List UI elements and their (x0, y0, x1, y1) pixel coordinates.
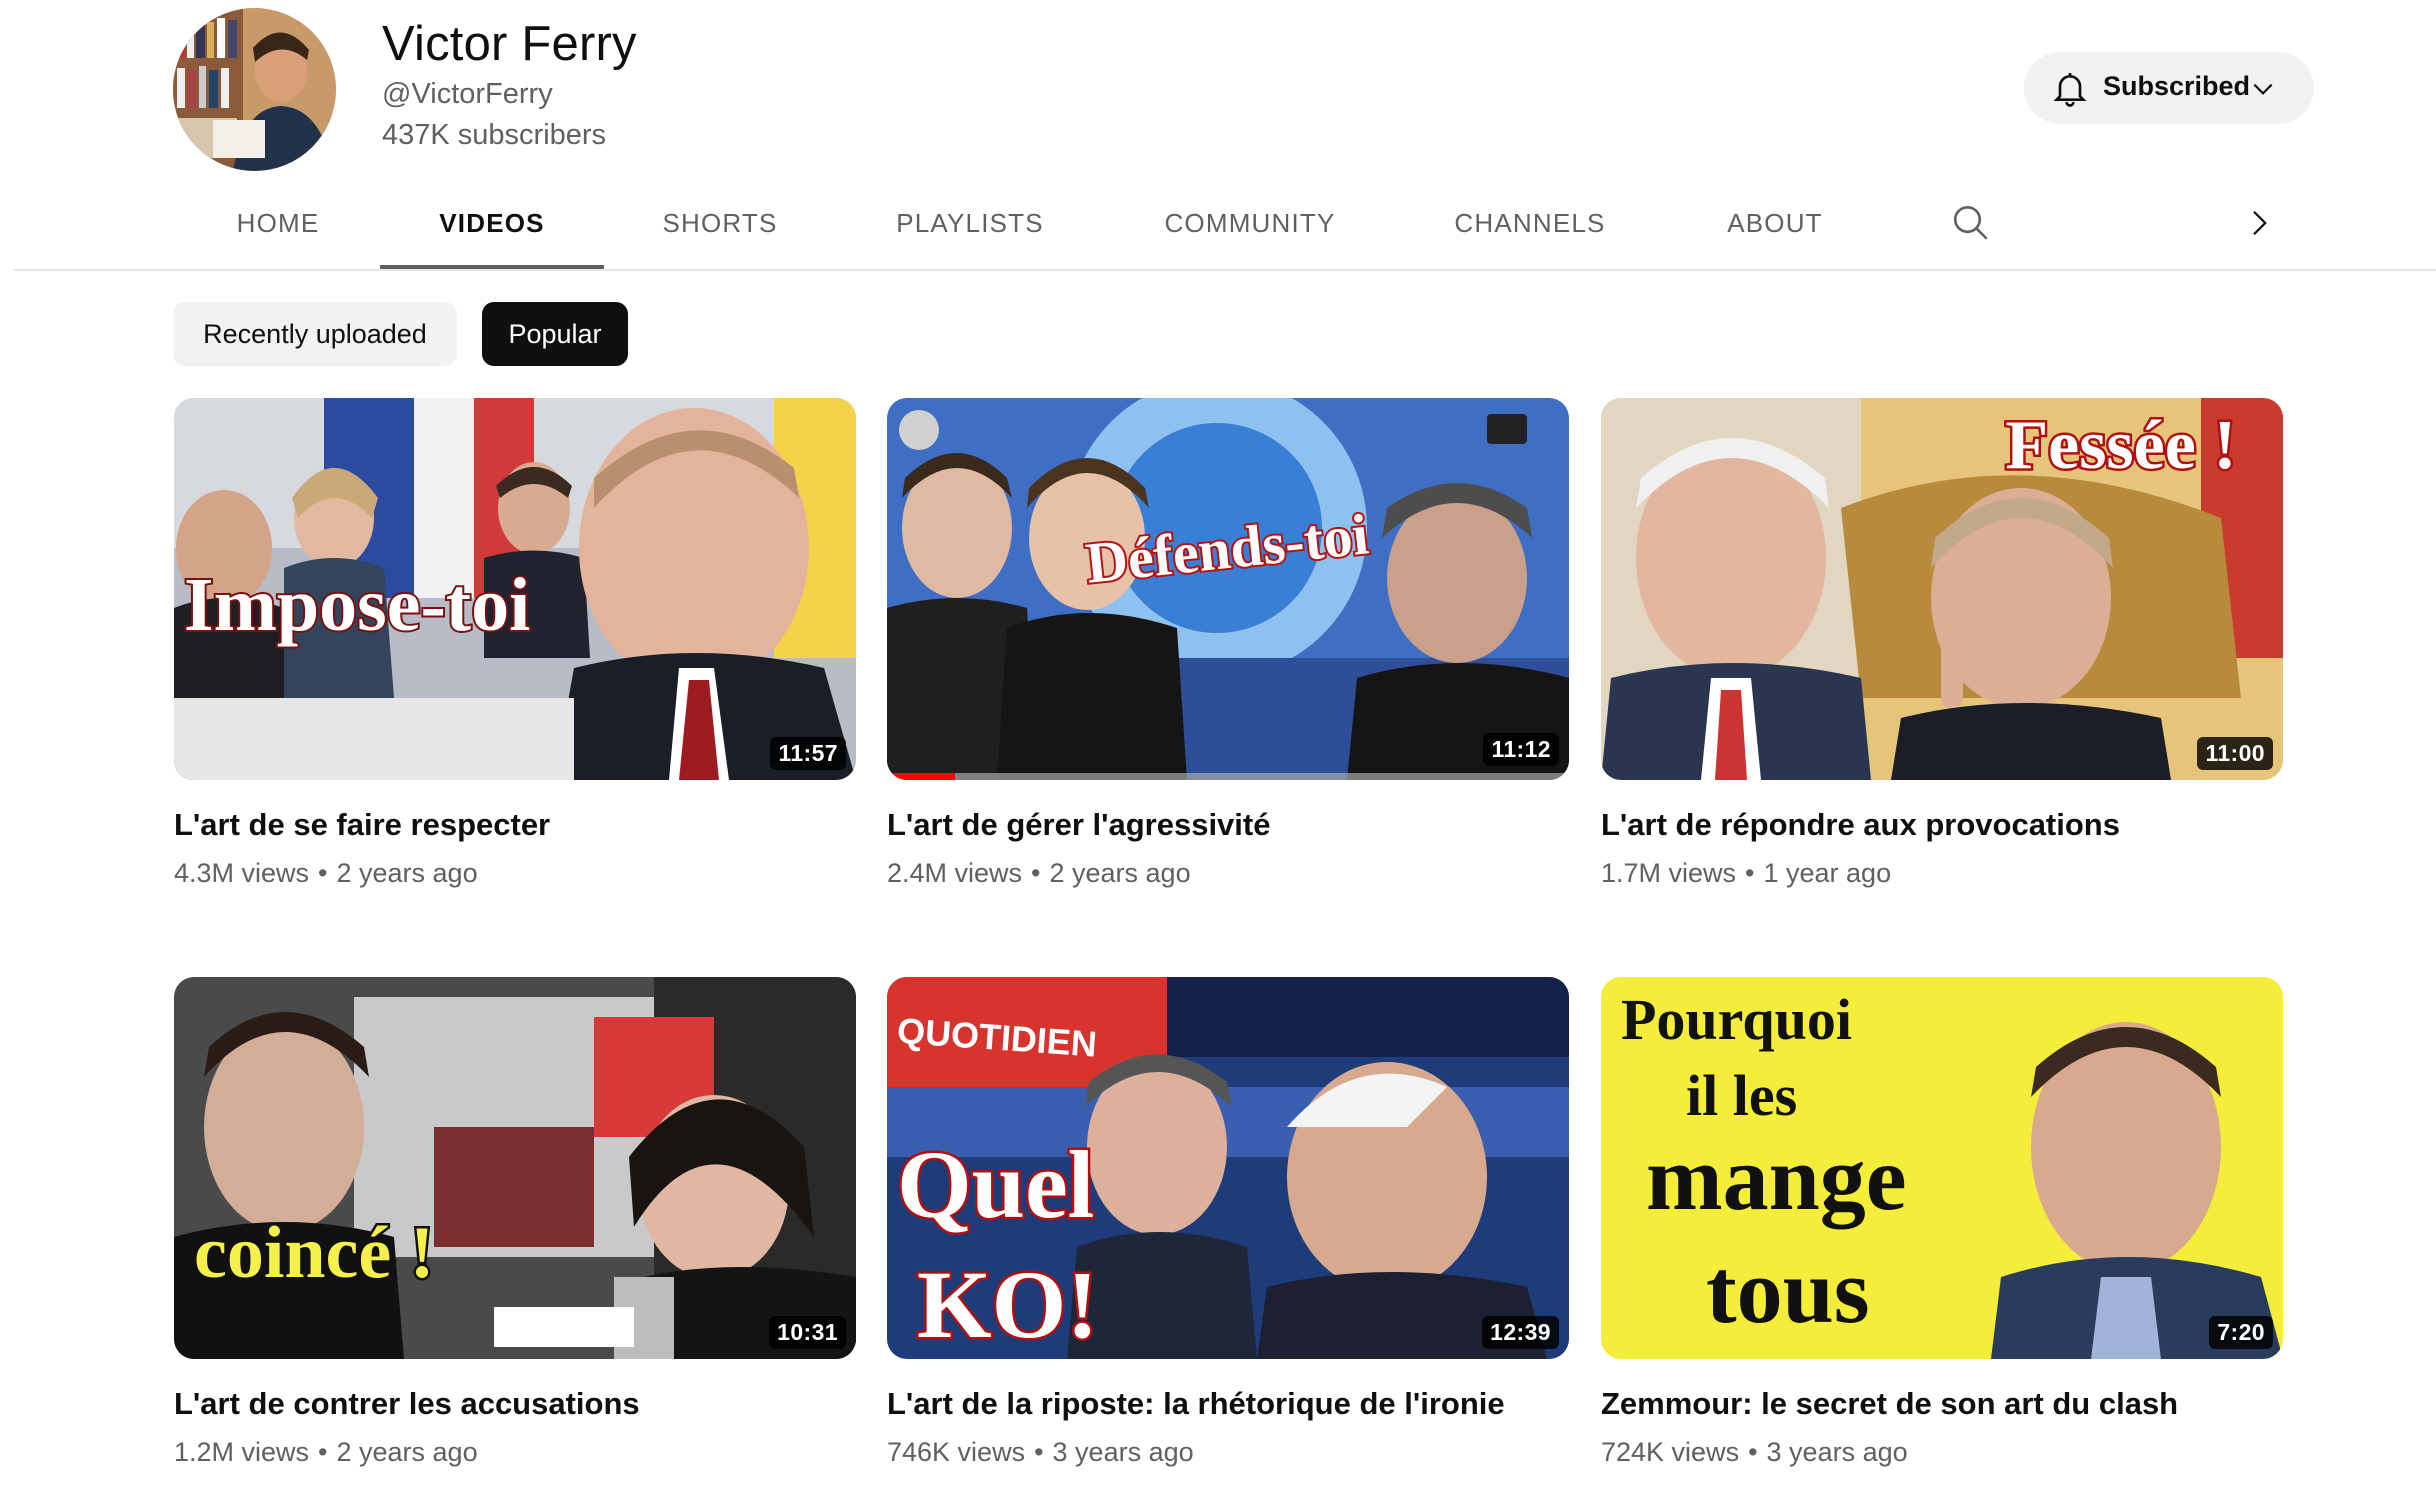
tab-channels[interactable]: CHANNELS (1440, 176, 1620, 270)
video-thumbnail[interactable]: Impose-toi 11:57 (174, 398, 856, 780)
view-count: 2.4M views (887, 858, 1023, 888)
video-duration: 7:20 (2209, 1316, 2273, 1349)
upload-age: 3 years ago (1766, 1437, 1908, 1467)
thumb-text: il les (1686, 1063, 1797, 1128)
channel-tabs: HOME VIDEOS SHORTS PLAYLISTS COMMUNITY C… (0, 176, 2436, 270)
video-title[interactable]: L'art de répondre aux provocations (1601, 806, 2283, 844)
video-thumbnail[interactable]: coincé ! 10:31 (174, 977, 856, 1359)
bell-icon (2050, 68, 2090, 108)
view-count: 746K views (887, 1437, 1026, 1467)
view-count: 4.3M views (174, 858, 310, 888)
meta-separator: • (318, 858, 328, 888)
tab-shorts[interactable]: SHORTS (650, 176, 790, 270)
video-meta: 4.3M views • 2 years ago (174, 856, 856, 890)
video-title[interactable]: L'art de contrer les accusations (174, 1385, 856, 1423)
tabs-divider (14, 269, 2436, 271)
meta-separator: • (1031, 858, 1041, 888)
channel-handle: @VictorFerry (382, 78, 553, 110)
video-meta: 2.4M views • 2 years ago (887, 856, 1569, 890)
video-thumbnail[interactable]: Défends-toi 11:12 (887, 398, 1569, 780)
video-duration: 10:31 (769, 1316, 846, 1349)
upload-age: 3 years ago (1052, 1437, 1194, 1467)
thumb-text: Fessée ! (2005, 407, 2236, 484)
video-title[interactable]: L'art de se faire respecter (174, 806, 856, 844)
video-thumbnail[interactable]: QUOTIDIEN Quel KO! 12:39 (887, 977, 1569, 1359)
thumb-text: Impose-toi (184, 563, 530, 647)
upload-age: 2 years ago (1049, 858, 1191, 888)
video-duration: 11:12 (1483, 733, 1559, 766)
chevron-right-icon[interactable] (2244, 206, 2274, 240)
tab-community[interactable]: COMMUNITY (1150, 176, 1350, 270)
video-card[interactable]: Défends-toi 11:12 L'art de gérer l'agres… (887, 398, 1569, 890)
search-icon[interactable] (1950, 202, 1992, 244)
video-duration: 11:57 (770, 737, 846, 770)
watch-progress (887, 773, 1569, 780)
video-card[interactable]: Pourquoi il les mange tous 7:20 Zemmour:… (1601, 977, 2283, 1469)
upload-age: 1 year ago (1763, 858, 1892, 888)
view-count: 724K views (1601, 1437, 1740, 1467)
meta-separator: • (1034, 1437, 1044, 1467)
video-card[interactable]: Fessée ! 11:00 L'art de répondre aux pro… (1601, 398, 2283, 890)
meta-separator: • (1748, 1437, 1758, 1467)
subscribed-button[interactable]: Subscribed (2024, 52, 2314, 124)
video-duration: 12:39 (1482, 1316, 1559, 1349)
video-thumbnail[interactable]: Pourquoi il les mange tous 7:20 (1601, 977, 2283, 1359)
video-card[interactable]: QUOTIDIEN Quel KO! 12:39 L'art de la rip… (887, 977, 1569, 1469)
watch-progress-fill (887, 773, 956, 780)
subscriber-count: 437K subscribers (382, 119, 607, 151)
video-meta: 1.7M views • 1 year ago (1601, 856, 2283, 890)
thumb-text: KO! (917, 1251, 1098, 1358)
channel-name: Victor Ferry (382, 17, 637, 71)
video-meta: 746K views • 3 years ago (887, 1435, 1569, 1469)
video-thumbnail[interactable]: Fessée ! 11:00 (1601, 398, 2283, 780)
tab-about[interactable]: ABOUT (1710, 176, 1840, 270)
chip-popular[interactable]: Popular (482, 302, 628, 366)
subscribed-label: Subscribed (2103, 71, 2251, 101)
channel-avatar[interactable] (173, 8, 336, 171)
upload-age: 2 years ago (336, 1437, 478, 1467)
meta-separator: • (318, 1437, 328, 1467)
video-duration: 11:00 (2197, 737, 2273, 770)
video-meta: 1.2M views • 2 years ago (174, 1435, 856, 1469)
upload-age: 2 years ago (336, 858, 478, 888)
meta-separator: • (1745, 858, 1755, 888)
thumb-text: Quel (897, 1131, 1094, 1238)
video-meta: 724K views • 3 years ago (1601, 1435, 2283, 1469)
thumb-text: tous (1706, 1240, 1870, 1342)
tab-videos[interactable]: VIDEOS (380, 176, 604, 270)
thumb-text: coincé ! (194, 1212, 434, 1294)
tab-playlists[interactable]: PLAYLISTS (880, 176, 1060, 270)
video-title[interactable]: Zemmour: le secret de son art du clash (1601, 1385, 2283, 1423)
thumb-text: mange (1646, 1127, 1907, 1229)
chevron-down-icon (2250, 76, 2276, 102)
thumb-text: Pourquoi (1621, 987, 1852, 1052)
video-card[interactable]: Impose-toi 11:57 L'art de se faire respe… (174, 398, 856, 890)
video-title[interactable]: L'art de la riposte: la rhétorique de l'… (887, 1385, 1569, 1423)
video-title[interactable]: L'art de gérer l'agressivité (887, 806, 1569, 844)
video-card[interactable]: coincé ! 10:31 L'art de contrer les accu… (174, 977, 856, 1469)
tab-home[interactable]: HOME (216, 176, 340, 270)
chip-recently-uploaded[interactable]: Recently uploaded (173, 302, 457, 366)
view-count: 1.2M views (174, 1437, 310, 1467)
view-count: 1.7M views (1601, 858, 1737, 888)
